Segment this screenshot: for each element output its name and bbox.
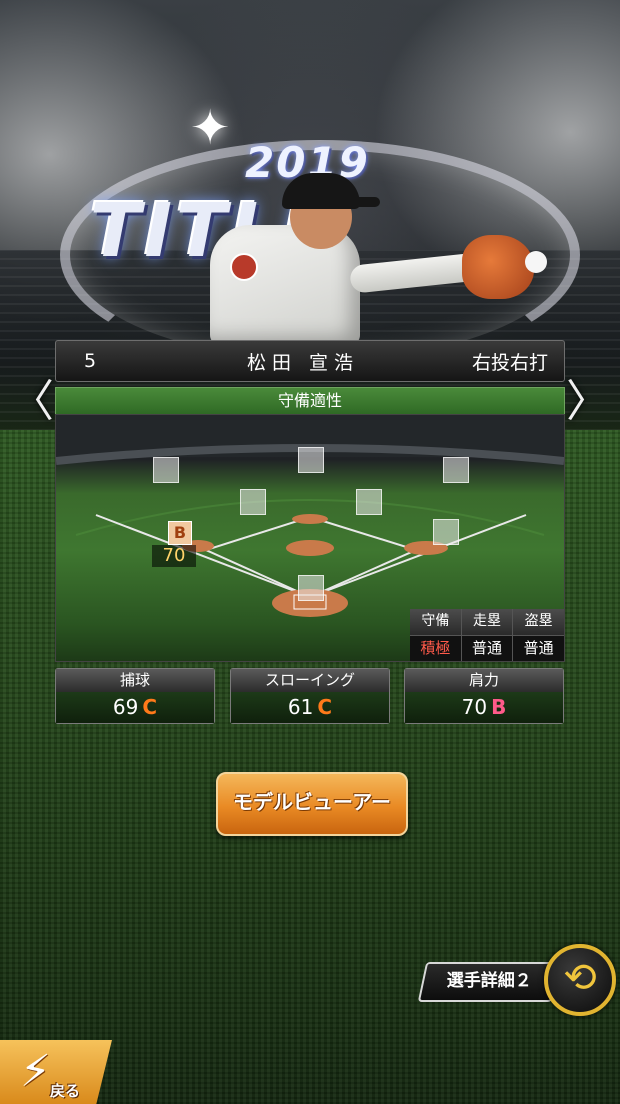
player-image [170,165,550,345]
ability-label: スローイング [231,669,389,692]
position-cf[interactable] [298,447,324,473]
player-detail-2-label: 選手詳細２ [446,971,532,991]
defense-aptitude-header: 守備適性 [55,387,565,415]
stat-value: 普通 [461,635,513,661]
ability-value: 69 [112,695,139,719]
ability-label: 捕球 [56,669,214,692]
ability-value: 70 [461,695,488,719]
ability-value-row: 70 B [405,692,563,723]
running-stats-table: 守備 走塁 盗塁 積極 普通 普通 [410,609,564,661]
ability-value-row: 69 C [56,692,214,723]
position-rf[interactable] [443,457,469,483]
position-2b[interactable] [356,489,382,515]
defense-field-diagram: B 70 守備 走塁 盗塁 積極 普通 普通 [55,414,565,662]
back-button[interactable]: ⚡ 戻る [0,1040,112,1104]
ability-label: 肩力 [405,669,563,692]
ability-arm-strength: 肩力 70 B [404,668,564,724]
glove [462,235,534,299]
ability-value: 61 [287,695,314,719]
baseball [525,251,547,273]
sparkle-icon: ✦ [190,100,231,156]
jersey-patch [230,253,258,281]
position-3b-rating[interactable]: B [168,521,192,545]
stat-header: 走塁 [461,609,513,635]
back-bolt-icon: ⚡ [20,1046,51,1097]
position-lf[interactable] [153,457,179,483]
ability-catching: 捕球 69 C [55,668,215,724]
position-ss[interactable] [240,489,266,515]
ability-throwing: スローイング 61 C [230,668,390,724]
player-handedness: 右投右打 [471,351,548,374]
ability-grade: C [142,695,158,719]
player-name-bar: 5 松田 宣浩 右投右打 [55,340,565,382]
ability-grade: C [317,695,333,719]
stat-value: 普通 [513,635,564,661]
stat-header: 盗塁 [513,609,564,635]
position-1b[interactable] [433,519,459,545]
player-name: 松田 宣浩 [246,351,360,374]
position-c[interactable] [298,575,324,601]
next-player-chevron-icon[interactable]: 〉 [566,380,610,424]
ability-value-row: 61 C [231,692,389,723]
position-3b-value: 70 [152,545,196,567]
back-label: 戻る [50,1082,81,1100]
ability-grade: B [491,695,507,719]
swap-arrows-icon[interactable]: ⟲ [544,944,616,1016]
player-number: 5 [84,350,97,372]
prev-player-chevron-icon[interactable]: 〈 [10,380,54,424]
stat-value: 積極 [410,635,461,661]
player-cap-brim [340,197,380,207]
model-viewer-button[interactable]: モデルビューアー [216,772,408,836]
player-detail-2-button[interactable]: 選手詳細２ [417,962,561,1002]
stat-header: 守備 [410,609,461,635]
